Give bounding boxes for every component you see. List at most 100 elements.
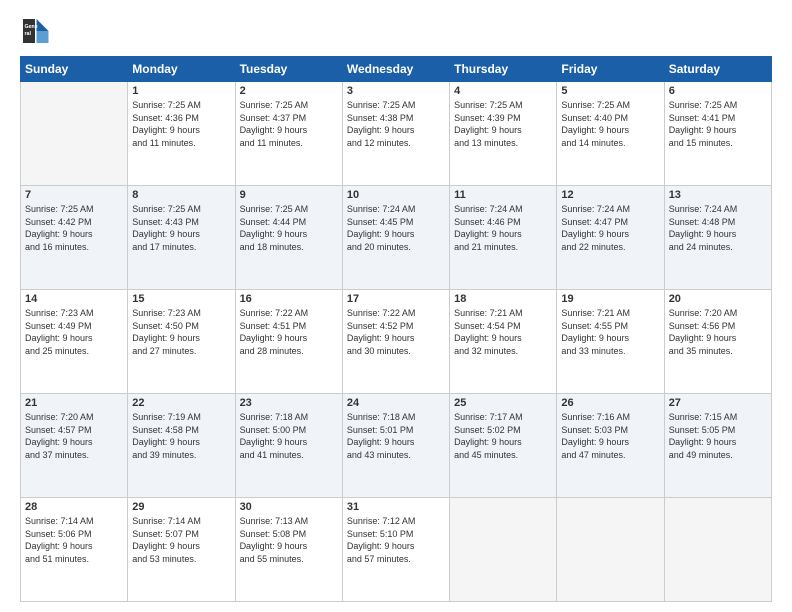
calendar-week-4: 21Sunrise: 7:20 AM Sunset: 4:57 PM Dayli… [21, 394, 772, 498]
day-number: 18 [454, 293, 552, 305]
calendar-cell: 6 Sunrise: 7:25 AM Sunset: 4:41 PM Daylig… [664, 82, 771, 186]
calendar-cell: 5Sunrise: 7:25 AM Sunset: 4:40 PM Daylig… [557, 82, 664, 186]
day-number: 22 [132, 397, 230, 409]
day-info: Sunrise: 7:22 AM Sunset: 4:52 PM Dayligh… [347, 307, 445, 357]
day-info: Sunrise: 7:24 AM Sunset: 4:47 PM Dayligh… [561, 203, 659, 253]
calendar-cell: 14 Sunrise: 7:23 AM Sunset: 4:49 PM Dayli… [21, 290, 128, 394]
calendar-cell: 21Sunrise: 7:20 AM Sunset: 4:57 PM Dayli… [21, 394, 128, 498]
day-info: Sunrise: 7:22 AM Sunset: 4:51 PM Dayligh… [240, 307, 338, 357]
day-info: Sunrise: 7:18 AM Sunset: 5:01 PM Dayligh… [347, 411, 445, 461]
day-info: Sunrise: 7:25 AM Sunset: 4:41 PM Dayligh… [669, 99, 767, 149]
day-number: 26 [561, 397, 659, 409]
day-info: Sunrise: 7:25 AM Sunset: 4:40 PM Dayligh… [561, 99, 659, 149]
day-info: Sunrise: 7:17 AM Sunset: 5:02 PM Dayligh… [454, 411, 552, 461]
day-number: 9 [240, 189, 338, 201]
calendar-cell: 2 Sunrise: 7:25 AM Sunset: 4:37 PM Daylig… [235, 82, 342, 186]
day-number: 1 [132, 85, 230, 97]
calendar-cell: 4 Sunrise: 7:25 AM Sunset: 4:39 PM Daylig… [450, 82, 557, 186]
day-info: Sunrise: 7:14 AM Sunset: 5:06 PM Dayligh… [25, 515, 123, 565]
calendar-header-row: SundayMondayTuesdayWednesdayThursdayFrid… [21, 57, 772, 82]
calendar-header-sunday: Sunday [21, 57, 128, 82]
calendar-header-tuesday: Tuesday [235, 57, 342, 82]
calendar-cell [21, 82, 128, 186]
day-info: Sunrise: 7:23 AM Sunset: 4:50 PM Dayligh… [132, 307, 230, 357]
day-number: 23 [240, 397, 338, 409]
day-info: Sunrise: 7:25 AM Sunset: 4:39 PM Dayligh… [454, 99, 552, 149]
calendar-cell: 29 Sunrise: 7:14 AM Sunset: 5:07 PM Dayli… [128, 498, 235, 602]
day-info: Sunrise: 7:25 AM Sunset: 4:42 PM Dayligh… [25, 203, 123, 253]
logo-icon: Gene ral [20, 16, 50, 46]
day-info: Sunrise: 7:18 AM Sunset: 5:00 PM Dayligh… [240, 411, 338, 461]
calendar-week-1: 1Sunrise: 7:25 AM Sunset: 4:36 PM Daylig… [21, 82, 772, 186]
calendar-cell: 15 Sunrise: 7:23 AM Sunset: 4:50 PM Dayli… [128, 290, 235, 394]
calendar-cell: 12 Sunrise: 7:24 AM Sunset: 4:47 PM Dayli… [557, 186, 664, 290]
day-number: 3 [347, 85, 445, 97]
day-info: Sunrise: 7:20 AM Sunset: 4:56 PM Dayligh… [669, 307, 767, 357]
calendar-cell: 20 Sunrise: 7:20 AM Sunset: 4:56 PM Dayli… [664, 290, 771, 394]
calendar-cell: 13Sunrise: 7:24 AM Sunset: 4:48 PM Dayli… [664, 186, 771, 290]
calendar-cell: 23 Sunrise: 7:18 AM Sunset: 5:00 PM Dayli… [235, 394, 342, 498]
day-number: 25 [454, 397, 552, 409]
header: Gene ral [20, 16, 772, 46]
calendar-cell: 27 Sunrise: 7:15 AM Sunset: 5:05 PM Dayli… [664, 394, 771, 498]
day-info: Sunrise: 7:13 AM Sunset: 5:08 PM Dayligh… [240, 515, 338, 565]
calendar-cell [557, 498, 664, 602]
day-info: Sunrise: 7:19 AM Sunset: 4:58 PM Dayligh… [132, 411, 230, 461]
calendar-cell: 30 Sunrise: 7:13 AM Sunset: 5:08 PM Dayli… [235, 498, 342, 602]
page: Gene ral SundayMondayTuesdayWednesdayThu… [0, 0, 792, 612]
svg-text:ral: ral [25, 31, 32, 37]
day-info: Sunrise: 7:15 AM Sunset: 5:05 PM Dayligh… [669, 411, 767, 461]
day-number: 20 [669, 293, 767, 305]
day-info: Sunrise: 7:25 AM Sunset: 4:43 PM Dayligh… [132, 203, 230, 253]
day-info: Sunrise: 7:25 AM Sunset: 4:44 PM Dayligh… [240, 203, 338, 253]
day-number: 16 [240, 293, 338, 305]
day-number: 27 [669, 397, 767, 409]
day-number: 14 [25, 293, 123, 305]
calendar-cell: 31 Sunrise: 7:12 AM Sunset: 5:10 PM Dayli… [342, 498, 449, 602]
day-number: 30 [240, 501, 338, 513]
day-info: Sunrise: 7:25 AM Sunset: 4:37 PM Dayligh… [240, 99, 338, 149]
day-info: Sunrise: 7:14 AM Sunset: 5:07 PM Dayligh… [132, 515, 230, 565]
day-info: Sunrise: 7:25 AM Sunset: 4:38 PM Dayligh… [347, 99, 445, 149]
day-info: Sunrise: 7:12 AM Sunset: 5:10 PM Dayligh… [347, 515, 445, 565]
calendar-header-monday: Monday [128, 57, 235, 82]
day-number: 12 [561, 189, 659, 201]
calendar-table: SundayMondayTuesdayWednesdayThursdayFrid… [20, 56, 772, 602]
calendar-cell: 8 Sunrise: 7:25 AM Sunset: 4:43 PM Daylig… [128, 186, 235, 290]
day-number: 6 [669, 85, 767, 97]
calendar-cell [664, 498, 771, 602]
day-number: 28 [25, 501, 123, 513]
day-number: 10 [347, 189, 445, 201]
day-info: Sunrise: 7:16 AM Sunset: 5:03 PM Dayligh… [561, 411, 659, 461]
calendar-week-2: 7Sunrise: 7:25 AM Sunset: 4:42 PM Daylig… [21, 186, 772, 290]
day-number: 15 [132, 293, 230, 305]
day-number: 11 [454, 189, 552, 201]
day-info: Sunrise: 7:20 AM Sunset: 4:57 PM Dayligh… [25, 411, 123, 461]
day-number: 2 [240, 85, 338, 97]
day-number: 29 [132, 501, 230, 513]
day-number: 31 [347, 501, 445, 513]
calendar-cell: 18 Sunrise: 7:21 AM Sunset: 4:54 PM Dayli… [450, 290, 557, 394]
calendar-header-saturday: Saturday [664, 57, 771, 82]
calendar-week-5: 28 Sunrise: 7:14 AM Sunset: 5:06 PM Dayli… [21, 498, 772, 602]
day-info: Sunrise: 7:24 AM Sunset: 4:45 PM Dayligh… [347, 203, 445, 253]
calendar-cell: 17 Sunrise: 7:22 AM Sunset: 4:52 PM Dayli… [342, 290, 449, 394]
calendar-cell: 11 Sunrise: 7:24 AM Sunset: 4:46 PM Dayli… [450, 186, 557, 290]
day-number: 19 [561, 293, 659, 305]
calendar-cell: 7Sunrise: 7:25 AM Sunset: 4:42 PM Daylig… [21, 186, 128, 290]
calendar-header-wednesday: Wednesday [342, 57, 449, 82]
calendar-cell [450, 498, 557, 602]
day-number: 4 [454, 85, 552, 97]
calendar-cell: 16 Sunrise: 7:22 AM Sunset: 4:51 PM Dayli… [235, 290, 342, 394]
day-info: Sunrise: 7:23 AM Sunset: 4:49 PM Dayligh… [25, 307, 123, 357]
calendar-header-thursday: Thursday [450, 57, 557, 82]
calendar-cell: 22 Sunrise: 7:19 AM Sunset: 4:58 PM Dayli… [128, 394, 235, 498]
logo: Gene ral [20, 16, 54, 46]
calendar-cell: 1Sunrise: 7:25 AM Sunset: 4:36 PM Daylig… [128, 82, 235, 186]
day-info: Sunrise: 7:21 AM Sunset: 4:54 PM Dayligh… [454, 307, 552, 357]
calendar-cell: 9 Sunrise: 7:25 AM Sunset: 4:44 PM Daylig… [235, 186, 342, 290]
day-number: 17 [347, 293, 445, 305]
day-info: Sunrise: 7:24 AM Sunset: 4:46 PM Dayligh… [454, 203, 552, 253]
day-info: Sunrise: 7:21 AM Sunset: 4:55 PM Dayligh… [561, 307, 659, 357]
day-number: 8 [132, 189, 230, 201]
